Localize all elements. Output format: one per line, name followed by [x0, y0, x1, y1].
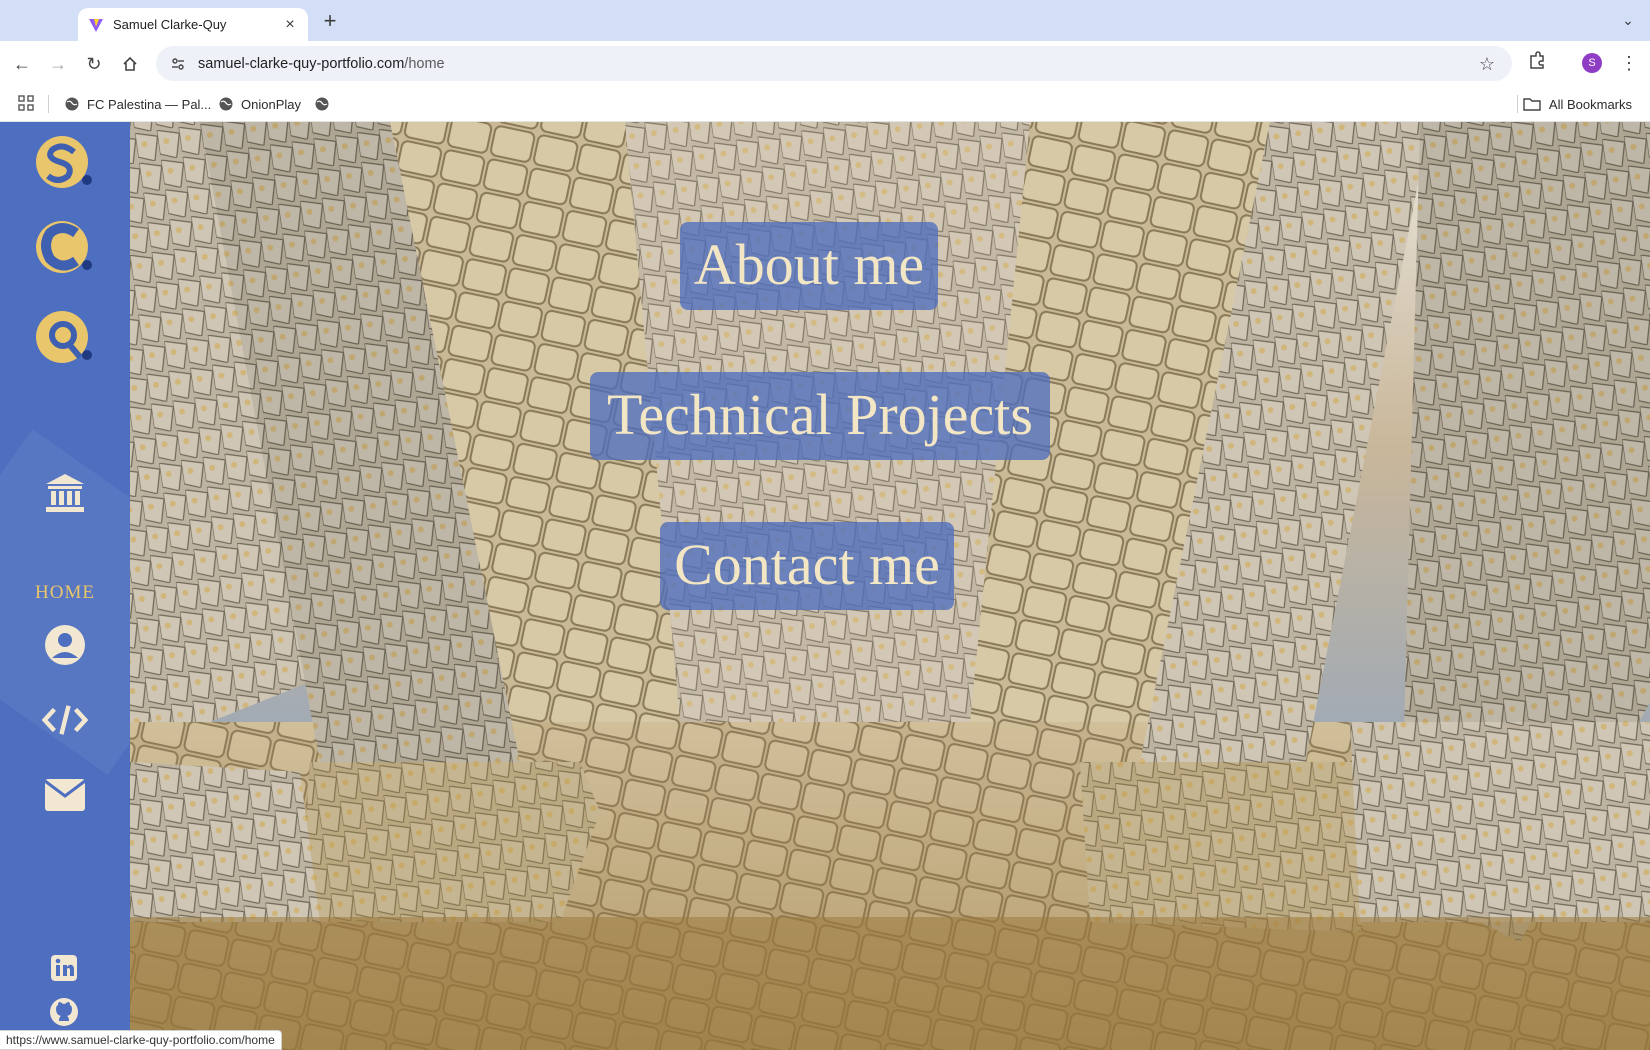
bookmarks-bar: FC Palestina — Pal... OnionPlay All Book… — [0, 86, 1650, 122]
globe-icon — [219, 97, 233, 111]
linkedin-icon[interactable] — [46, 950, 82, 986]
back-icon[interactable]: ← — [9, 51, 35, 77]
technical-projects-button[interactable]: Technical Projects — [590, 372, 1050, 460]
github-icon[interactable] — [46, 994, 82, 1030]
globe-icon — [315, 97, 329, 111]
tab-close-icon[interactable]: × — [282, 16, 298, 33]
browser-toolbar: ← → ↻ samuel-clarke-quy-portfolio.com/ho… — [0, 41, 1650, 86]
contact-me-button[interactable]: Contact me — [660, 522, 954, 610]
forward-icon[interactable]: → — [45, 51, 71, 77]
bookmark-onionplay[interactable]: OnionPlay — [218, 94, 301, 114]
tab-strip: Samuel Clarke-Quy × + ⌄ — [0, 0, 1650, 41]
code-icon[interactable] — [42, 697, 88, 743]
bookmark-untitled[interactable] — [314, 94, 337, 114]
home-label: HOME — [35, 582, 95, 603]
museum-icon[interactable] — [42, 470, 88, 516]
apps-grid-icon[interactable] — [18, 95, 34, 111]
about-me-button[interactable]: About me — [680, 222, 938, 310]
bookmark-fc-palestina[interactable]: FC Palestina — Pal... — [64, 94, 211, 114]
sidebar: HOME — [0, 122, 130, 1050]
tab-title: Samuel Clarke-Quy — [113, 17, 227, 32]
bookmark-star-icon[interactable]: ☆ — [1476, 53, 1498, 75]
new-tab-icon[interactable]: + — [318, 10, 342, 34]
all-bookmarks-button[interactable]: All Bookmarks — [1523, 94, 1632, 114]
globe-icon — [65, 97, 79, 111]
address-bar[interactable]: samuel-clarke-quy-portfolio.com/home ☆ — [156, 46, 1512, 81]
url-text: samuel-clarke-quy-portfolio.com/home — [198, 55, 445, 72]
vite-favicon-icon — [89, 18, 103, 32]
browser-tab[interactable]: Samuel Clarke-Quy × — [78, 8, 308, 41]
folder-icon — [1523, 98, 1541, 111]
logo-letter-q[interactable] — [30, 307, 96, 367]
reload-icon[interactable]: ↻ — [81, 51, 107, 77]
profile-avatar[interactable]: S — [1582, 53, 1602, 73]
tab-search-chevron-icon[interactable]: ⌄ — [1618, 12, 1638, 32]
logo-letter-c[interactable] — [30, 217, 96, 277]
user-icon[interactable] — [42, 622, 88, 668]
browser-menu-icon[interactable]: ⋮ — [1620, 50, 1638, 76]
home-icon[interactable] — [117, 51, 143, 77]
all-bookmarks-divider — [1517, 95, 1518, 113]
logo-letter-s[interactable] — [30, 132, 96, 192]
link-status-bubble: https://www.samuel-clarke-quy-portfolio.… — [0, 1030, 282, 1050]
extensions-icon[interactable] — [1527, 51, 1549, 73]
site-settings-icon[interactable] — [168, 54, 188, 74]
page-viewport: HOME About me Technical Projects Contact… — [0, 122, 1650, 1050]
mail-icon[interactable] — [42, 772, 88, 818]
bookmarks-divider — [48, 95, 49, 113]
